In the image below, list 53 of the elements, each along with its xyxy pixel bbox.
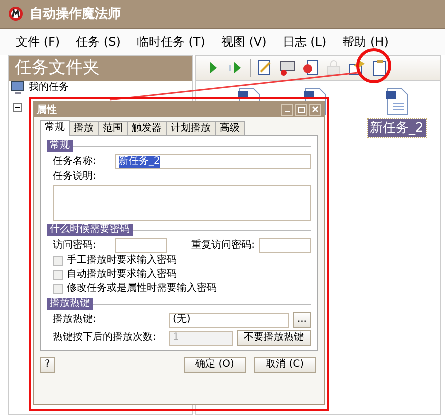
highlight-circle <box>356 48 392 84</box>
tab[interactable]: 计划播放 <box>166 121 216 136</box>
app-logo-icon <box>8 6 24 22</box>
tree-item[interactable]: 我的任务 <box>29 82 69 94</box>
hotkey-field[interactable]: (无) <box>169 312 290 328</box>
close-icon[interactable] <box>309 104 321 116</box>
task-label[interactable]: 新任务_2 <box>368 119 426 137</box>
section-heading: 播放热键 <box>47 298 93 310</box>
checkbox[interactable] <box>53 270 63 280</box>
menu-item[interactable]: 临时任务 (T) <box>136 34 206 50</box>
record-icon[interactable] <box>279 59 297 77</box>
window-title: 自动操作魔法师 <box>30 6 121 23</box>
tab[interactable]: 高级 <box>215 121 245 136</box>
menu-item[interactable]: 帮助 (H) <box>342 34 389 50</box>
maximize-icon[interactable] <box>295 104 307 116</box>
field-label: 任务名称: <box>53 156 98 168</box>
checkbox[interactable] <box>53 284 63 294</box>
checkbox-label: 自动播放时要求输入密码 <box>67 269 177 281</box>
tab[interactable]: 触发器 <box>127 121 167 136</box>
menu-item[interactable]: 日志 (L) <box>282 34 327 50</box>
computer-icon <box>11 81 25 95</box>
description-field[interactable] <box>53 185 311 221</box>
field-label: 重复访问密码: <box>192 240 255 252</box>
clear-hotkey-button[interactable]: 不要播放热键 <box>237 330 311 346</box>
checkbox-label: 修改任务或是属性时需要输入密码 <box>67 283 217 295</box>
properties-icon[interactable] <box>348 59 366 77</box>
menu-item[interactable]: 视图 (V) <box>221 34 267 50</box>
field-label: 热键按下后的播放次数: <box>53 332 158 344</box>
password-field[interactable] <box>115 238 167 253</box>
section-heading: 常规 <box>47 140 73 152</box>
tab[interactable]: 范围 <box>98 121 128 136</box>
task-name-field[interactable]: 新任务_2 <box>115 154 311 169</box>
dialog-title: 属性 <box>37 104 57 116</box>
minimize-icon[interactable] <box>281 104 293 116</box>
checkbox[interactable] <box>53 256 63 266</box>
browse-button[interactable]: ... <box>293 312 311 328</box>
help-button[interactable]: ? <box>40 357 56 373</box>
tab[interactable]: 常规 <box>40 120 70 136</box>
password-field[interactable] <box>259 238 311 253</box>
document-icon[interactable] <box>384 87 410 117</box>
field-label: 访问密码: <box>53 240 98 252</box>
field-label: 播放热键: <box>53 314 98 326</box>
ok-button[interactable]: 确定 (O) <box>184 357 246 373</box>
menu-item[interactable]: 任务 (S) <box>76 34 121 50</box>
panel-header: 任务文件夹 <box>9 56 192 81</box>
delete-icon[interactable] <box>302 59 320 77</box>
expander-icon[interactable] <box>13 103 22 112</box>
section-heading: 什么时候需要密码 <box>47 224 133 236</box>
cancel-button[interactable]: 取消 (C) <box>254 357 316 373</box>
menu-item[interactable]: 文件 (F) <box>16 34 60 50</box>
field-label: 任务说明: <box>53 171 96 183</box>
checkbox-label: 手工播放时要求输入密码 <box>67 255 177 267</box>
clipboard-icon[interactable] <box>371 59 389 77</box>
